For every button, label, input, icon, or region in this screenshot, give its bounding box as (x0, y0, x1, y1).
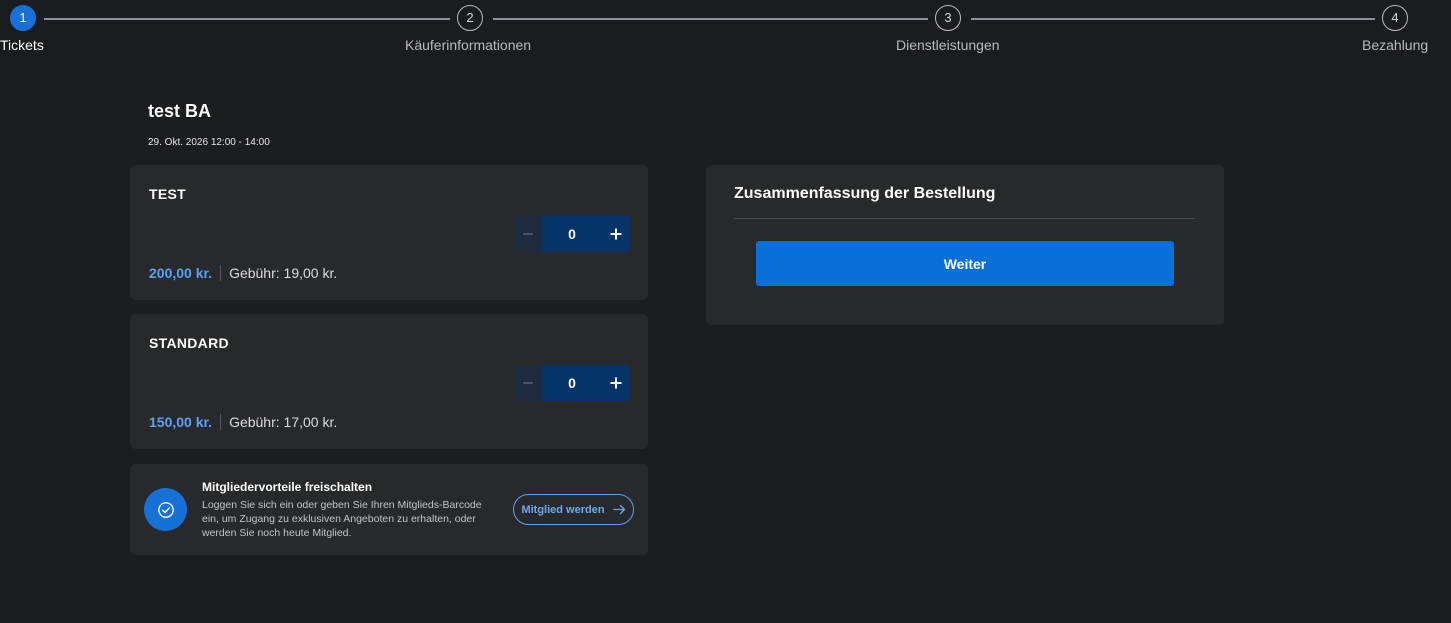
quantity-value: 0 (542, 216, 602, 252)
ticket-name: STANDARD (149, 335, 229, 351)
plus-icon (610, 377, 622, 389)
summary-divider (734, 218, 1195, 219)
minus-icon (523, 233, 533, 235)
increase-quantity-button[interactable] (602, 216, 630, 252)
event-date: 29. Okt. 2026 12:00 - 14:00 (148, 137, 270, 148)
ticket-name: TEST (149, 186, 186, 202)
membership-title: Mitgliedervorteile freischalten (202, 480, 373, 494)
quantity-value: 0 (542, 365, 602, 401)
step-connector (44, 18, 450, 20)
price-row: 150,00 kr. Gebühr: 17,00 kr. (149, 414, 337, 430)
decrease-quantity-button[interactable] (514, 216, 542, 252)
order-summary-title: Zusammenfassung der Bestellung (734, 185, 996, 202)
increase-quantity-button[interactable] (602, 365, 630, 401)
membership-badge (144, 488, 187, 531)
membership-card: Mitgliedervorteile freischalten Loggen S… (130, 464, 648, 555)
ticket-fee: Gebühr: 17,00 kr. (229, 414, 338, 430)
membership-description: Loggen Sie sich ein oder geben Sie Ihren… (202, 499, 482, 539)
check-circle-icon (157, 501, 174, 518)
become-member-label: Mitglied werden (521, 503, 605, 516)
step-2-label[interactable]: Käuferinformationen (405, 37, 531, 53)
plus-icon (610, 228, 622, 240)
step-1-label[interactable]: Tickets (0, 37, 44, 53)
quantity-stepper: 0 (514, 216, 630, 252)
step-1-indicator[interactable]: 1 (10, 5, 36, 31)
continue-button[interactable]: Weiter (756, 241, 1174, 286)
ticket-price: 150,00 kr. (149, 414, 213, 430)
ticket-card-standard: STANDARD 0 150,00 kr. Gebühr: 17,00 kr. (130, 314, 648, 449)
quantity-stepper: 0 (514, 365, 630, 401)
ticket-card-test: TEST 0 200,00 kr. Gebühr: 19,00 kr. (130, 165, 648, 300)
arrow-right-icon (612, 504, 625, 515)
ticket-fee: Gebühr: 19,00 kr. (229, 265, 338, 281)
step-connector (971, 18, 1375, 20)
become-member-button[interactable]: Mitglied werden (513, 494, 634, 525)
event-title: test BA (148, 101, 212, 121)
order-summary-card: Zusammenfassung der Bestellung Weiter (706, 165, 1224, 325)
decrease-quantity-button[interactable] (514, 365, 542, 401)
step-2-indicator[interactable]: 2 (457, 5, 483, 31)
ticket-price: 200,00 kr. (149, 265, 213, 281)
checkout-stepper: 1 2 3 4 Tickets Käuferinformationen Dien… (0, 0, 1451, 64)
price-row: 200,00 kr. Gebühr: 19,00 kr. (149, 265, 337, 281)
step-4-label[interactable]: Bezahlung (1362, 37, 1428, 53)
minus-icon (523, 382, 533, 384)
step-4-indicator[interactable]: 4 (1382, 5, 1408, 31)
step-connector (493, 18, 928, 20)
step-3-label[interactable]: Dienstleistungen (896, 37, 1000, 53)
step-3-indicator[interactable]: 3 (935, 5, 961, 31)
price-divider (220, 414, 222, 430)
price-divider (220, 265, 222, 281)
